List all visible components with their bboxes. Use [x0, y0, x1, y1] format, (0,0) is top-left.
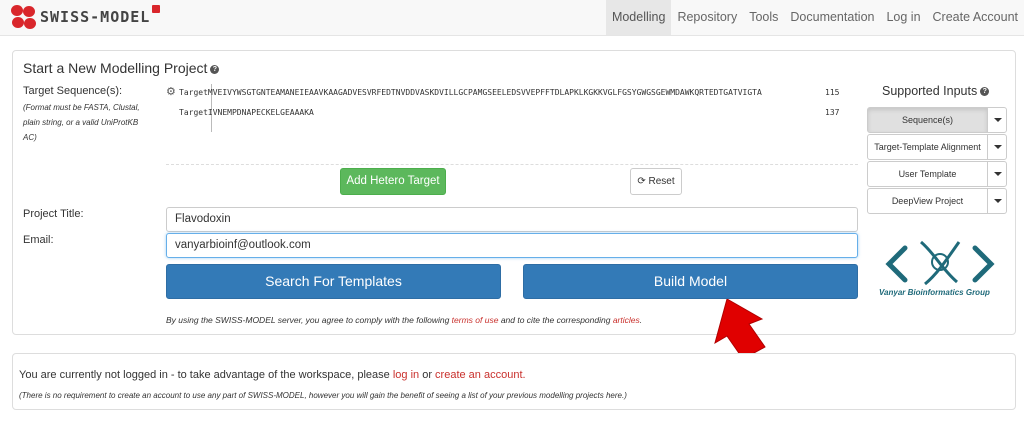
nav-modelling[interactable]: Modelling [605, 0, 672, 35]
top-navbar: SWISS-MODEL Modelling Repository Tools D… [0, 0, 1024, 36]
email-input[interactable]: vanyarbioinf@outlook.com [166, 233, 858, 258]
sequence-residues: MVEIVYWSGTGNTEAMANEIEAAVKAAGADVESVRFEDTN… [207, 88, 762, 97]
brand-badge-icon [152, 5, 161, 13]
swiss-model-logo[interactable]: SWISS-MODEL [11, 5, 161, 29]
log-in-link[interactable]: log in [393, 369, 419, 381]
panel-title-text: Start a New Modelling Project [23, 60, 208, 76]
watermark-text: Vanyar Bioinformatics Group [879, 288, 990, 297]
input-type-label[interactable]: User Template [867, 161, 988, 187]
reset-button[interactable]: ⟳ Reset [630, 168, 682, 195]
nav-repository[interactable]: Repository [671, 0, 743, 35]
refresh-icon: ⟳ [637, 176, 646, 187]
email-label: Email: [23, 234, 54, 246]
reset-label: Reset [648, 176, 675, 187]
help-icon[interactable]: ? [980, 87, 990, 97]
disclaimer-text: . [639, 315, 643, 325]
input-type-deepview[interactable]: DeepView Project [867, 188, 1007, 214]
gear-icon[interactable]: ⚙ [166, 85, 176, 98]
input-type-alignment[interactable]: Target-Template Alignment [867, 134, 1007, 160]
nav-log-in[interactable]: Log in [880, 0, 926, 35]
sequence-name: Target [179, 88, 208, 97]
nav-create-account[interactable]: Create Account [927, 0, 1024, 35]
project-title-input[interactable]: Flavodoxin [166, 207, 858, 232]
sequence-residues: IVNEMPDNAPECKELGEAAAKA [207, 108, 314, 117]
search-templates-button[interactable]: Search For Templates [166, 264, 501, 299]
input-type-user-template[interactable]: User Template [867, 161, 1007, 187]
supported-inputs-title: Supported Inputs? [882, 84, 990, 98]
red-arrow-icon [714, 299, 766, 359]
molecule-icon [11, 5, 37, 29]
nav-documentation[interactable]: Documentation [784, 0, 880, 35]
terms-disclaimer: By using the SWISS-MODEL server, you agr… [166, 315, 642, 325]
disclaimer-text: By using the SWISS-MODEL server, you agr… [166, 315, 452, 325]
help-icon[interactable]: ? [210, 64, 220, 74]
brand-name: SWISS-MODEL [40, 8, 151, 26]
target-format-note: (Format must be FASTA, Clustal, plain st… [23, 103, 140, 142]
sequence-name: Target [179, 108, 208, 117]
chevron-down-icon[interactable] [987, 107, 1007, 133]
login-notice-text: You are currently not logged in - to tak… [19, 369, 393, 381]
disclaimer-text: and to cite the corresponding [498, 315, 613, 325]
chevron-down-icon[interactable] [987, 188, 1007, 214]
sequence-length: 115 [825, 88, 840, 97]
supported-inputs-title-text: Supported Inputs [882, 84, 978, 98]
login-notice-panel: You are currently not logged in - to tak… [12, 353, 1016, 410]
chevron-down-icon[interactable] [987, 134, 1007, 160]
sequence-line[interactable]: TargetIVNEMPDNAPECKELGEAAAKA [179, 108, 314, 117]
divider [166, 164, 858, 165]
nav-tools[interactable]: Tools [743, 0, 784, 35]
input-type-label[interactable]: DeepView Project [867, 188, 988, 214]
account-note: (There is no requirement to create an ac… [19, 391, 627, 400]
input-type-label[interactable]: Target-Template Alignment [867, 134, 988, 160]
sequence-line[interactable]: TargetMVEIVYWSGTGNTEAMANEIEAAVKAAGADVESV… [179, 88, 762, 97]
create-account-link[interactable]: create an account. [435, 369, 526, 381]
add-hetero-target-button[interactable]: Add Hetero Target [340, 168, 446, 195]
chevron-down-icon[interactable] [987, 161, 1007, 187]
panel-title: Start a New Modelling Project? [23, 60, 220, 76]
login-notice: You are currently not logged in - to tak… [19, 369, 526, 381]
new-project-panel: Start a New Modelling Project? Target Se… [12, 50, 1016, 359]
build-model-button[interactable]: Build Model [523, 264, 858, 299]
login-notice-text: or [419, 369, 436, 381]
sequence-length: 137 [825, 108, 840, 117]
terms-of-use-link[interactable]: terms of use [452, 315, 499, 325]
project-title-label: Project Title: [23, 208, 84, 220]
input-type-label[interactable]: Sequence(s) [867, 107, 988, 133]
target-sequence-label: Target Sequence(s): [23, 85, 123, 97]
articles-link[interactable]: articles [613, 315, 640, 325]
input-type-sequences[interactable]: Sequence(s) [867, 107, 1007, 133]
